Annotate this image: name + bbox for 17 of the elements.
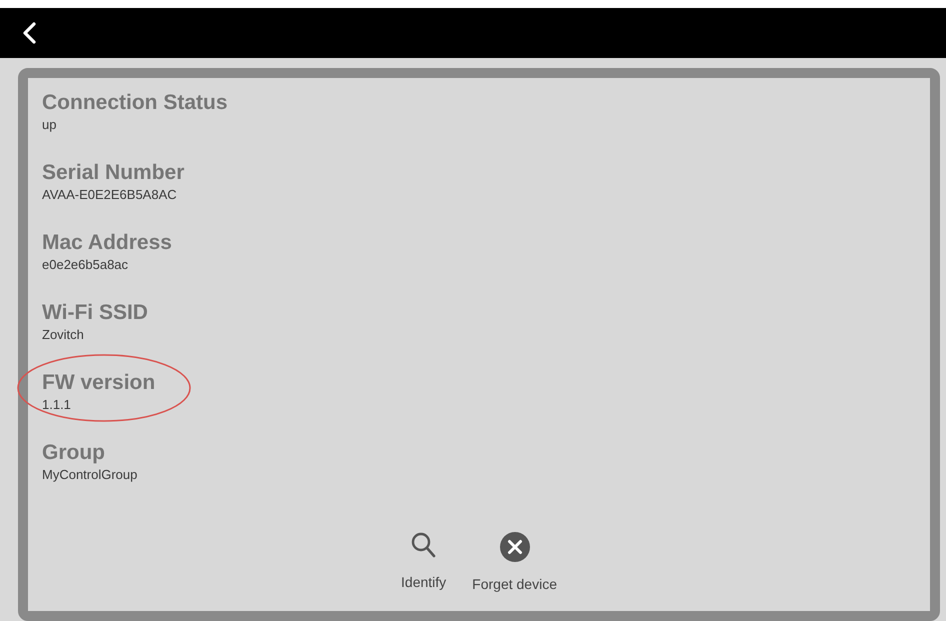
field-value: up	[42, 117, 56, 133]
close-icon	[500, 532, 530, 562]
field-value: 1.1.1	[42, 397, 71, 413]
field-label: Serial Number	[42, 160, 184, 186]
field-value: MyControlGroup	[42, 467, 138, 483]
field-value: e0e2e6b5a8ac	[42, 257, 128, 273]
field-label: FW version	[42, 370, 156, 396]
field-label: Mac Address	[42, 230, 172, 256]
field-label: Connection Status	[42, 90, 228, 116]
back-icon[interactable]	[22, 22, 36, 44]
field-value: Zovitch	[42, 327, 84, 343]
forget-device-button[interactable]: Forget device	[472, 532, 557, 595]
identify-button[interactable]: Identify	[401, 532, 446, 595]
search-icon	[410, 532, 437, 560]
field-label: Wi-Fi SSID	[42, 300, 148, 326]
field-label: Group	[42, 440, 105, 466]
field-value: AVAA-E0E2E6B5A8AC	[42, 187, 177, 203]
